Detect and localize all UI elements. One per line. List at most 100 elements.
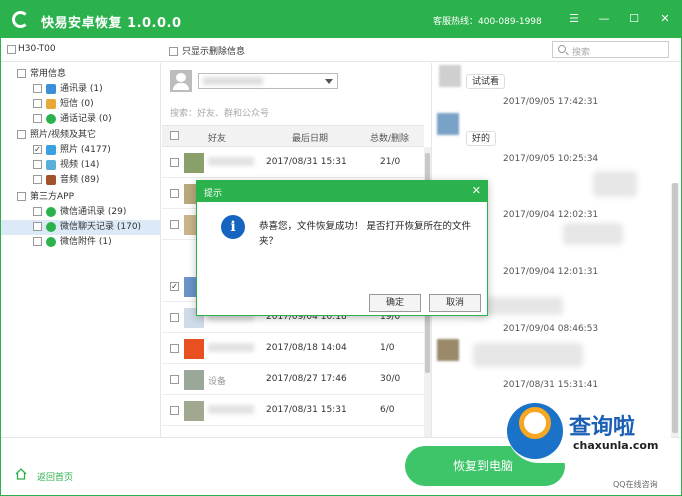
tree-checkbox[interactable] xyxy=(33,160,42,169)
search-input[interactable]: 搜索 xyxy=(552,41,669,58)
row-checkbox[interactable] xyxy=(170,189,179,198)
message-timestamp: 2017/09/05 10:25:34 xyxy=(503,154,599,164)
chat-bubble: 试试看 xyxy=(466,74,506,89)
row-checkbox[interactable] xyxy=(170,406,179,415)
friend-search-input[interactable]: 搜索：好友、群和公众号 xyxy=(170,106,269,119)
search-placeholder: 搜索 xyxy=(572,48,591,58)
chat-bubble: 好的 xyxy=(466,131,497,146)
row-checkbox[interactable] xyxy=(170,282,179,291)
tree-item-calls[interactable]: 通话记录 (0) xyxy=(1,112,161,127)
avatar xyxy=(437,339,459,361)
table-row[interactable]: 2017/08/18 14:04 1/0 xyxy=(162,334,424,364)
tree-item-label: 通话记录 (0) xyxy=(60,114,112,124)
table-row[interactable]: 设备 2017/08/27 17:46 30/0 xyxy=(162,365,424,395)
chat-scrollbar-thumb[interactable] xyxy=(672,183,678,433)
row-date: 2017/08/31 15:31 xyxy=(266,405,347,415)
chat-scrollbar[interactable] xyxy=(671,183,679,437)
column-last-date[interactable]: 最后日期 xyxy=(292,131,328,144)
avatar xyxy=(170,70,192,92)
menu-icon[interactable]: ☰ xyxy=(566,11,582,27)
tree-item-wechat-contacts[interactable]: 微信通讯录 (29) xyxy=(1,205,161,220)
tree-checkbox[interactable] xyxy=(17,130,26,139)
column-friend[interactable]: 好友 xyxy=(208,131,226,144)
row-name: 设备 xyxy=(208,377,227,387)
watermark-logo: 查询啦 chaxunla.com xyxy=(507,399,671,463)
video-icon xyxy=(46,159,56,170)
row-checkbox[interactable] xyxy=(170,344,179,353)
tree-checkbox[interactable] xyxy=(33,222,42,231)
device-checkbox[interactable] xyxy=(7,45,16,54)
account-selector[interactable] xyxy=(170,70,338,92)
tree-item-label: 微信通讯录 (29) xyxy=(60,207,127,217)
tree-item-videos[interactable]: 视频 (14) xyxy=(1,158,161,173)
success-dialog: 提示 ✕ i 恭喜您，文件恢复成功！ 是否打开恢复所在的文件夹？ 确定 取消 xyxy=(196,180,488,316)
message-timestamp: 2017/09/04 12:02:31 xyxy=(503,210,599,220)
tree-checkbox[interactable] xyxy=(17,192,26,201)
tree-checkbox[interactable] xyxy=(17,69,26,78)
dialog-close-icon[interactable]: ✕ xyxy=(472,184,481,197)
tree-item-sms[interactable]: 短信 (0) xyxy=(1,97,161,112)
table-header: 好友 最后日期 总数/删除 xyxy=(162,125,424,147)
table-row[interactable]: 2017/08/31 15:31 6/0 xyxy=(162,396,424,426)
ok-button[interactable]: 确定 xyxy=(369,294,421,312)
row-checkbox[interactable] xyxy=(170,313,179,322)
blurred-message xyxy=(593,171,637,197)
avatar xyxy=(437,113,459,135)
account-dropdown[interactable] xyxy=(198,73,338,89)
tree-checkbox[interactable] xyxy=(33,84,42,93)
blurred-message xyxy=(473,343,583,367)
blurred-name xyxy=(208,343,254,352)
row-checkbox[interactable] xyxy=(170,220,179,229)
show-deleted-toggle[interactable]: 只显示删除信息 xyxy=(169,44,245,57)
show-deleted-checkbox[interactable] xyxy=(169,47,178,56)
tree-item-wechat-chats[interactable]: 微信聊天记录 (170) xyxy=(1,220,161,235)
tree-item-label: 视频 (14) xyxy=(60,160,100,170)
tree-item-label: 照片 (4177) xyxy=(60,145,111,155)
tree-item-wechat-attachments[interactable]: 微信附件 (1) xyxy=(1,235,161,250)
blurred-name xyxy=(208,157,254,166)
tree-checkbox[interactable] xyxy=(33,207,42,216)
dialog-title: 提示 xyxy=(204,189,223,199)
tree-item-photos[interactable]: 照片 (4177) xyxy=(1,143,161,158)
row-date: 2017/08/27 17:46 xyxy=(266,374,347,384)
chevron-down-icon xyxy=(325,79,333,84)
app-title: 快易安卓恢复 1.0.0.0 xyxy=(41,16,182,31)
select-all-checkbox[interactable] xyxy=(170,131,179,140)
cancel-button[interactable]: 取消 xyxy=(429,294,481,312)
blurred-message xyxy=(563,223,623,245)
tree-checkbox[interactable] xyxy=(33,175,42,184)
tree-checkbox[interactable] xyxy=(33,114,42,123)
row-count: 6/0 xyxy=(380,405,395,415)
tree-group-label: 照片/视频及其它 xyxy=(30,130,97,140)
tree-checkbox[interactable] xyxy=(33,145,42,154)
back-home-link[interactable]: 返回首页 xyxy=(37,470,73,483)
message-timestamp: 2017/08/31 15:31:41 xyxy=(503,380,599,390)
tree-checkbox[interactable] xyxy=(33,237,42,246)
tree-checkbox[interactable] xyxy=(33,99,42,108)
maximize-icon[interactable]: ☐ xyxy=(626,11,642,27)
wechat-icon xyxy=(46,206,56,217)
close-icon[interactable]: ✕ xyxy=(657,11,673,27)
info-icon: i xyxy=(221,215,245,239)
dialog-message: 恭喜您，文件恢复成功！ 是否打开恢复所在的文件夹？ xyxy=(259,221,472,247)
device-toolbar: H30-T00 只显示删除信息 搜索 xyxy=(1,38,681,62)
column-total[interactable]: 总数/删除 xyxy=(370,131,409,144)
tree-group-thirdparty[interactable]: 第三方APP xyxy=(1,190,161,205)
title-bar: 快易安卓恢复 1.0.0.0 客服热线：400-089-1998 ☰ — ☐ ✕ xyxy=(1,1,681,38)
minimize-icon[interactable]: — xyxy=(596,11,612,27)
message-timestamp: 2017/09/04 08:46:53 xyxy=(503,324,599,334)
table-row[interactable]: 2017/08/31 15:31 21/0 xyxy=(162,148,424,178)
search-icon xyxy=(558,45,566,53)
category-tree: 常用信息 通讯录 (1) 短信 (0) 通话记录 (0) 照片/视频及其它 照片… xyxy=(1,63,161,437)
tree-item-audio[interactable]: 音频 (89) xyxy=(1,173,161,188)
row-checkbox[interactable] xyxy=(170,375,179,384)
tree-item-contacts[interactable]: 通讯录 (1) xyxy=(1,82,161,97)
avatar xyxy=(439,65,461,87)
tree-group-media[interactable]: 照片/视频及其它 xyxy=(1,128,161,143)
tree-group-common[interactable]: 常用信息 xyxy=(1,67,161,82)
home-icon[interactable] xyxy=(15,468,27,480)
row-checkbox[interactable] xyxy=(170,158,179,167)
row-count: 1/0 xyxy=(380,343,395,353)
avatar xyxy=(184,153,204,173)
avatar xyxy=(184,339,204,359)
